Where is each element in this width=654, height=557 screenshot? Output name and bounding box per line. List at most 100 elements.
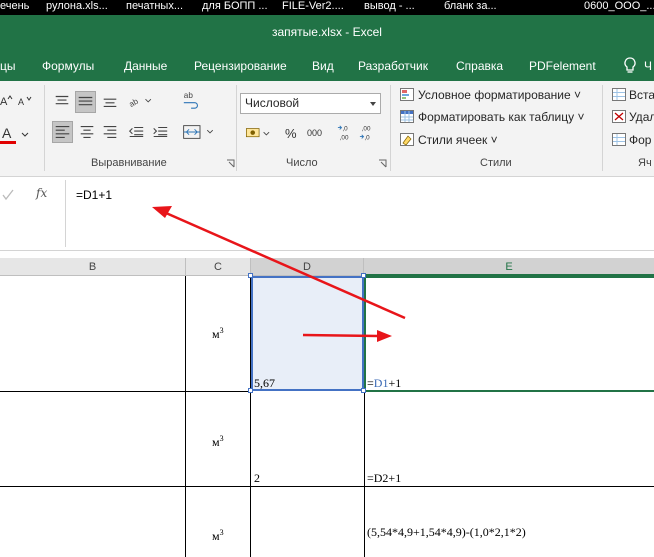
wrap-text-icon[interactable]: ab: [180, 89, 204, 111]
selection-handle[interactable]: [361, 388, 366, 393]
align-center-icon[interactable]: [77, 121, 97, 143]
separator: [602, 85, 603, 171]
cell-e3-formula: (5,54*4,9+1,54*4,9)-(1,0*2,1*2): [367, 525, 526, 539]
taskbar-item[interactable]: печатных...: [126, 0, 183, 13]
selection-handle[interactable]: [361, 273, 366, 278]
cell-styles-button[interactable]: Стили ячеек ˅: [400, 133, 498, 147]
selection-handle[interactable]: [248, 388, 253, 393]
ribbon-tabs: цы Формулы Данные Рецензирование Вид Раз…: [0, 51, 654, 81]
selection-handle[interactable]: [248, 273, 253, 278]
format-cells-label: Фор: [629, 133, 652, 147]
conditional-formatting-label: Условное форматирование: [418, 88, 571, 102]
tab-developer[interactable]: Разработчик: [358, 59, 428, 73]
decrease-decimal-icon[interactable]: ,00,0: [358, 121, 378, 145]
column-header-c[interactable]: C: [186, 258, 251, 276]
window-title: запятые.xlsx - Excel: [272, 25, 382, 39]
cell-border: [0, 391, 251, 392]
taskbar-item[interactable]: рулона.xls...: [46, 0, 108, 13]
tab-help[interactable]: Справка: [456, 59, 503, 73]
taskbar-item[interactable]: 0600_ООО_...: [584, 0, 654, 13]
cell-d2-value: 2: [254, 471, 260, 485]
insert-function-button[interactable]: fx: [36, 186, 47, 200]
svg-text:A: A: [2, 125, 12, 141]
unit-exponent: 3: [219, 434, 224, 443]
tab-page-layout[interactable]: цы: [0, 59, 16, 73]
format-as-table-icon: [400, 110, 414, 123]
tab-data[interactable]: Данные: [124, 59, 167, 73]
number-format-select[interactable]: Числовой: [240, 93, 381, 114]
taskbar-item[interactable]: FILE-Ver2....: [282, 0, 344, 13]
svg-text:A: A: [0, 96, 8, 108]
tab-review[interactable]: Рецензирование: [194, 59, 287, 73]
svg-text:ab: ab: [128, 96, 141, 109]
tab-formulas[interactable]: Формулы: [42, 59, 94, 73]
align-right-icon[interactable]: [100, 121, 120, 143]
column-header-d[interactable]: D: [251, 258, 364, 276]
dialog-launcher-icon[interactable]: [226, 159, 235, 168]
delete-cells-label: Удал: [629, 110, 654, 124]
unit-cell: м3: [212, 326, 224, 342]
taskbar-item[interactable]: бланк за...: [444, 0, 497, 13]
taskbar-item[interactable]: для БОПП ...: [202, 0, 268, 13]
styles-group-label: Стили: [480, 157, 512, 169]
taskbar-item[interactable]: вывод - ...: [364, 0, 415, 13]
column-header-b[interactable]: B: [0, 258, 186, 276]
format-cells-button[interactable]: Фор: [612, 133, 651, 147]
percent-style-button[interactable]: %: [284, 125, 298, 142]
conditional-formatting-icon: [400, 88, 414, 101]
worksheet-grid[interactable]: м3 5,67 =D1+1 м3 2 =D2+1 м3 (5,54*4,9+1,…: [0, 273, 654, 557]
column-header-e[interactable]: E: [364, 258, 654, 276]
comma-style-button[interactable]: 000: [306, 127, 323, 139]
insert-cells-label: Вста: [629, 88, 654, 102]
tab-pdfelement[interactable]: PDFelement: [529, 59, 596, 73]
cell-border: [0, 486, 654, 487]
unit-exponent: 3: [219, 326, 224, 335]
tab-view[interactable]: Вид: [312, 59, 334, 73]
cell-styles-icon: [400, 133, 414, 146]
delete-cells-button[interactable]: Удал: [612, 110, 654, 124]
currency-format-icon[interactable]: [242, 123, 278, 145]
formula-suffix: +1: [388, 376, 402, 390]
align-middle-icon[interactable]: [75, 91, 96, 113]
taskbar: ечень рулона.xls... печатных... для БОПП…: [0, 0, 654, 15]
cell-border: [364, 392, 365, 557]
separator: [236, 85, 237, 171]
unit-base: м: [212, 327, 220, 341]
unit-cell: м3: [212, 434, 224, 450]
active-cell-e1[interactable]: [364, 276, 654, 392]
formula-prefix: =: [367, 376, 374, 390]
align-top-icon[interactable]: [52, 91, 72, 111]
cell-border: [250, 276, 251, 557]
chevron-down-icon: [370, 102, 376, 106]
svg-text:,00: ,00: [340, 134, 349, 141]
increase-indent-icon[interactable]: [150, 121, 170, 143]
formula-input[interactable]: =D1+1: [65, 180, 654, 247]
taskbar-item[interactable]: ечень: [0, 0, 29, 13]
cell-styles-label: Стили ячеек: [418, 133, 488, 147]
format-as-table-label: Форматировать как таблицу: [418, 110, 575, 124]
unit-base: м: [212, 529, 220, 543]
title-bar: запятые.xlsx - Excel: [0, 15, 654, 51]
number-format-value: Числовой: [245, 96, 300, 110]
dialog-launcher-icon[interactable]: [378, 159, 387, 168]
tab-tell-me[interactable]: Ч: [644, 59, 652, 73]
conditional-formatting-button[interactable]: Условное форматирование ˅: [400, 88, 581, 102]
selected-range-d1[interactable]: [251, 276, 364, 391]
lightbulb-icon[interactable]: [622, 56, 638, 76]
merge-center-icon[interactable]: [180, 121, 220, 143]
separator: [390, 85, 391, 171]
check-icon[interactable]: [2, 189, 14, 201]
alignment-group-label: Выравнивание: [91, 157, 167, 169]
separator: [44, 85, 45, 171]
insert-cells-icon: [612, 88, 626, 101]
formula-bar: fx =D1+1: [0, 177, 654, 251]
decrease-indent-icon[interactable]: [126, 121, 146, 143]
align-bottom-icon[interactable]: [100, 91, 120, 111]
unit-exponent: 3: [219, 528, 224, 537]
orientation-icon[interactable]: ab: [126, 91, 156, 111]
align-left-icon[interactable]: [52, 121, 73, 143]
insert-cells-button[interactable]: Вста: [612, 88, 654, 102]
format-as-table-button[interactable]: Форматировать как таблицу ˅: [400, 110, 584, 124]
increase-decimal-icon[interactable]: ,0,00: [336, 121, 356, 145]
font-size-icon[interactable]: A A A: [0, 93, 40, 159]
